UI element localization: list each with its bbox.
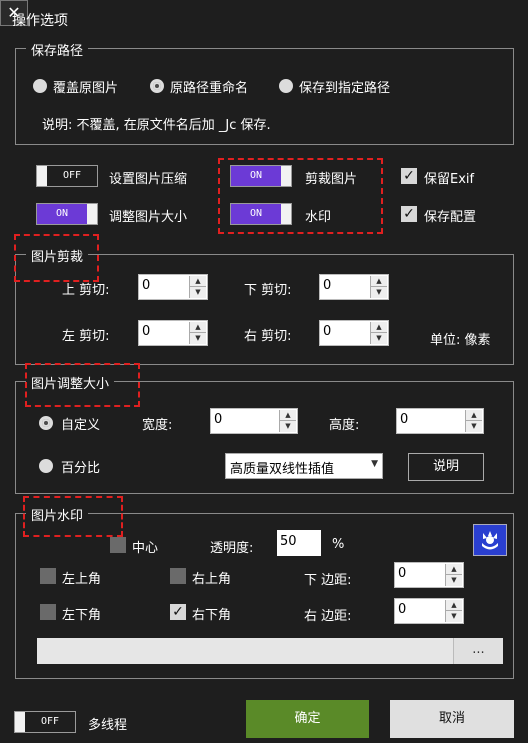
keep-exif-label[interactable]: 保留Exif [424,168,474,187]
window-title: 操作选项 [12,13,68,29]
top-left-label[interactable]: 左上角 [62,568,101,587]
resize-height-value: 0 [400,412,409,427]
save-config-label[interactable]: 保存配置 [424,206,476,225]
toggle-knob [87,204,97,224]
radio-rename[interactable] [150,79,164,93]
crop-top-input[interactable]: 0 ▲ ▼ [138,274,208,300]
crop-top-value: 0 [142,278,151,293]
annotation-highlight [218,158,383,234]
compress-label: 设置图片压缩 [109,172,188,187]
resize-label: 调整图片大小 [109,210,188,225]
spin-down-icon[interactable]: ▼ [446,611,462,622]
compress-toggle-state: OFF [47,166,97,186]
spin-up-icon[interactable]: ▲ [280,410,296,421]
multithread-label: 多线程 [88,718,128,733]
annotation-highlight [23,496,123,537]
bottom-right-label[interactable]: 右下角 [192,604,231,623]
interpolation-value: 高质量双线性插值 [230,462,335,477]
chevron-down-icon: ▼ [371,459,378,469]
radio-custom-path-label[interactable]: 保存到指定路径 [299,77,390,96]
spin-down-icon[interactable]: ▼ [446,575,462,586]
top-left-checkbox[interactable] [40,568,56,584]
spin-down-icon[interactable]: ▼ [190,333,206,344]
bottom-margin-label: 下 边距: [304,573,352,588]
resize-toggle[interactable]: ON [36,203,98,225]
spin-up-icon[interactable]: ▲ [466,410,482,421]
cancel-button[interactable]: 取消 [390,700,514,738]
opacity-input[interactable]: 50 [277,530,321,556]
bottom-margin-input[interactable]: 0 ▲ ▼ [394,562,464,588]
spin-up-icon[interactable]: ▲ [446,600,462,611]
crop-right-label: 右 剪切: [244,329,292,344]
browse-button[interactable]: ... [453,638,503,664]
crop-top-label: 上 剪切: [62,283,110,298]
bottom-right-checkbox[interactable]: ✓ [170,604,186,620]
crop-left-input[interactable]: 0 ▲ ▼ [138,320,208,346]
toggle-knob [37,166,47,186]
opacity-unit: % [332,537,345,552]
explain-button[interactable]: 说明 [408,453,484,481]
save-path-legend: 保存路径 [26,40,89,59]
right-margin-input[interactable]: 0 ▲ ▼ [394,598,464,624]
top-right-label[interactable]: 右上角 [192,568,231,587]
top-right-checkbox[interactable] [170,568,186,584]
radio-custom-path[interactable] [279,79,293,93]
crop-left-value: 0 [142,324,151,339]
bottom-margin-value: 0 [398,566,407,581]
save-path-description: 说明: 不覆盖, 在原文件名后加 _Jc 保存. [42,118,271,133]
radio-overwrite[interactable] [33,79,47,93]
center-label[interactable]: 中心 [132,537,158,556]
resize-height-label: 高度: [329,418,360,433]
spin-up-icon[interactable]: ▲ [446,564,462,575]
crop-bottom-value: 0 [323,278,332,293]
annotation-highlight [25,363,140,407]
annotation-highlight [14,234,99,282]
resize-width-label: 宽度: [142,418,173,433]
ok-button[interactable]: 确定 [246,700,369,738]
center-checkbox[interactable] [110,537,126,553]
save-config-checkbox[interactable]: ✓ [401,206,417,222]
compress-toggle[interactable]: OFF [36,165,98,187]
crop-left-label: 左 剪切: [62,329,110,344]
watermark-path-input[interactable] [37,638,453,664]
spin-down-icon[interactable]: ▼ [466,421,482,432]
resize-toggle-state: ON [37,204,87,224]
flower-icon [482,531,498,550]
spin-down-icon[interactable]: ▼ [190,287,206,298]
crop-bottom-label: 下 剪切: [244,283,292,298]
crop-right-value: 0 [323,324,332,339]
radio-resize-percent[interactable] [39,459,53,473]
toggle-knob [15,712,25,732]
crop-right-input[interactable]: 0 ▲ ▼ [319,320,389,346]
spin-up-icon[interactable]: ▲ [371,276,387,287]
resize-height-input[interactable]: 0 ▲ ▼ [396,408,484,434]
spin-down-icon[interactable]: ▼ [280,421,296,432]
spin-up-icon[interactable]: ▲ [371,322,387,333]
resize-width-value: 0 [214,412,223,427]
crop-unit-label: 单位: 像素 [430,333,491,348]
multithread-toggle-state: OFF [25,712,75,732]
right-margin-value: 0 [398,602,407,617]
spin-down-icon[interactable]: ▼ [371,287,387,298]
resize-width-input[interactable]: 0 ▲ ▼ [210,408,298,434]
resize-custom-label[interactable]: 自定义 [61,414,100,433]
right-margin-label: 右 边距: [304,609,352,624]
radio-rename-label[interactable]: 原路径重命名 [170,77,248,96]
spin-up-icon[interactable]: ▲ [190,276,206,287]
spin-up-icon[interactable]: ▲ [190,322,206,333]
interpolation-select[interactable]: 高质量双线性插值 ▼ [225,453,383,479]
opacity-value: 50 [280,534,297,549]
multithread-toggle[interactable]: OFF [14,711,76,733]
watermark-image-button[interactable] [473,524,507,556]
resize-percent-label[interactable]: 百分比 [61,457,100,476]
radio-resize-custom[interactable] [39,416,53,430]
bottom-left-checkbox[interactable] [40,604,56,620]
spin-down-icon[interactable]: ▼ [371,333,387,344]
keep-exif-checkbox[interactable]: ✓ [401,168,417,184]
crop-bottom-input[interactable]: 0 ▲ ▼ [319,274,389,300]
bottom-left-label[interactable]: 左下角 [62,604,101,623]
radio-overwrite-label[interactable]: 覆盖原图片 [53,77,118,96]
opacity-label: 透明度: [210,541,254,556]
